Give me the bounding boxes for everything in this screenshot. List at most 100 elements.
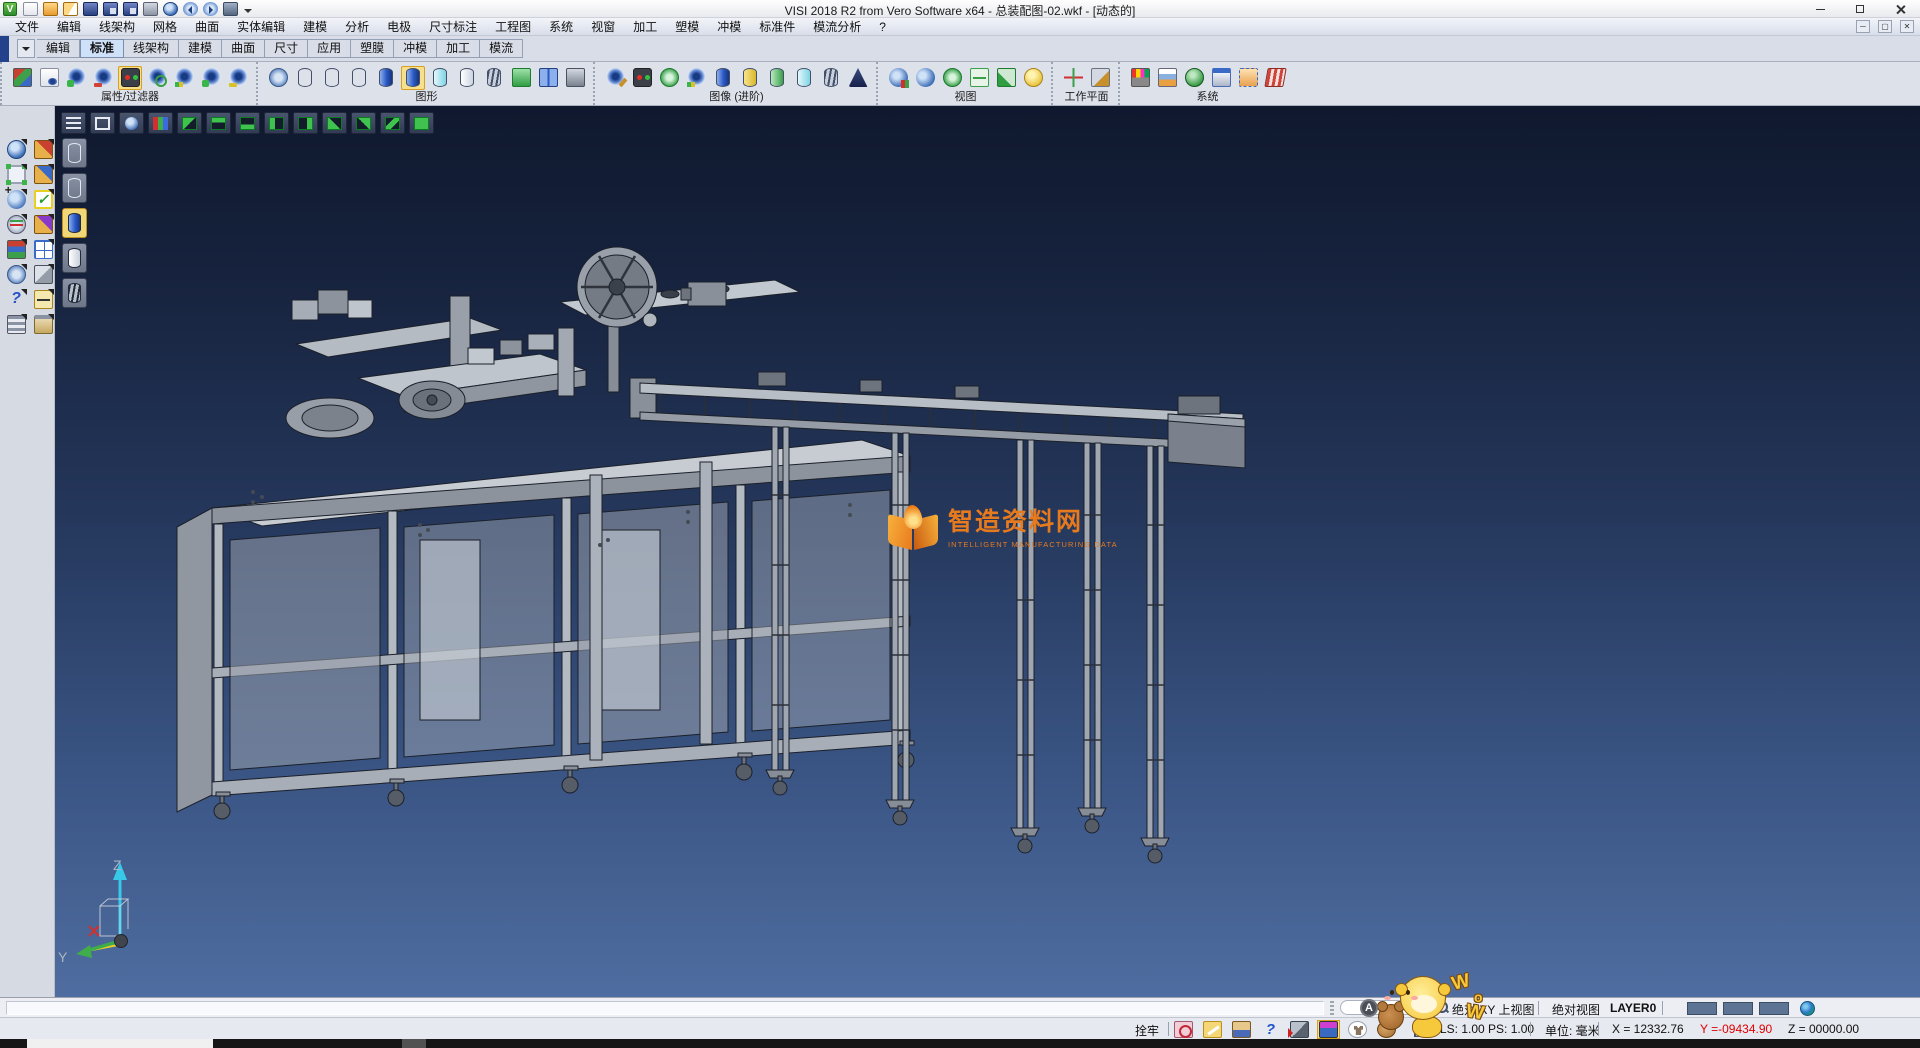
shaded-view-icon[interactable] [409, 112, 434, 134]
shaded-edges-cylinder-icon[interactable] [401, 66, 425, 90]
image-refresh-icon[interactable] [657, 66, 681, 90]
menu-item[interactable]: 编辑 [48, 18, 90, 36]
menu-item[interactable]: 实体编辑 [228, 18, 294, 36]
right-view-icon[interactable] [293, 112, 318, 134]
curve-edit-icon[interactable] [31, 213, 55, 235]
曲面[interactable]: 曲面 [222, 39, 265, 58]
open-recent-icon[interactable] [63, 2, 78, 16]
dashed-hidden-cylinder-icon[interactable] [347, 66, 371, 90]
view-menu-icon[interactable] [61, 112, 86, 134]
multi-window-icon[interactable] [31, 238, 55, 260]
selection-filter-icon[interactable] [118, 66, 142, 90]
textured-image-icon[interactable] [738, 66, 762, 90]
hatch-mode-icon[interactable] [62, 278, 87, 308]
tab-list-caret[interactable] [17, 39, 35, 58]
redo-icon[interactable] [203, 2, 218, 16]
menu-item[interactable]: 网格 [144, 18, 186, 36]
solid-image-icon[interactable] [711, 66, 735, 90]
system-options-icon[interactable] [1182, 66, 1206, 90]
layer-list-icon[interactable] [4, 313, 28, 335]
lock-status[interactable]: 拴牢 [1135, 1022, 1159, 1039]
absolute-view-status[interactable]: 绝对视图 [1552, 1001, 1600, 1018]
save-as-icon[interactable] [103, 2, 118, 16]
建模[interactable]: 建模 [179, 39, 222, 58]
command-prompt-field[interactable] [6, 1001, 1324, 1015]
iso-view-icon[interactable] [177, 112, 202, 134]
shaded-mode-icon[interactable] [62, 208, 87, 238]
尺寸[interactable]: 尺寸 [265, 39, 308, 58]
open-file-icon[interactable] [43, 2, 58, 16]
save-all-icon[interactable] [123, 2, 138, 16]
color-swatch-button-1[interactable] [1687, 1002, 1717, 1015]
layer-paint-icon[interactable] [4, 238, 28, 260]
menu-item[interactable]: 视窗 [582, 18, 624, 36]
solid-cube-icon[interactable] [31, 263, 55, 285]
zoom-window-icon[interactable] [913, 66, 937, 90]
zoom-dynamic-icon[interactable] [4, 138, 28, 160]
shaded-cylinder-icon[interactable] [374, 66, 398, 90]
menu-item[interactable]: 分析 [336, 18, 378, 36]
edit-image-icon[interactable] [603, 66, 627, 90]
wireframe-mode-icon[interactable] [62, 138, 87, 168]
hatch-cylinder-icon[interactable] [482, 66, 506, 90]
magic-select-icon[interactable] [1201, 1020, 1224, 1039]
mdi-close-button[interactable]: ✕ [1900, 20, 1914, 33]
color-swatch-button-2[interactable] [1723, 1002, 1753, 1015]
wireframe-cylinder-icon[interactable] [293, 66, 317, 90]
image-toggle-icon[interactable] [684, 66, 708, 90]
show-all-icon[interactable] [199, 66, 223, 90]
ghost-mode-icon[interactable] [62, 243, 87, 273]
menu-item[interactable]: 标准件 [750, 18, 804, 36]
glass-image-icon[interactable] [792, 66, 816, 90]
image-filter-icon[interactable] [630, 66, 654, 90]
new-file-icon[interactable] [23, 2, 38, 16]
freehand-sketch-icon[interactable] [31, 163, 55, 185]
menu-item[interactable]: 尺寸标注 [420, 18, 486, 36]
menu-item[interactable]: 文件 [6, 18, 48, 36]
redline-cube-icon[interactable] [1288, 1020, 1311, 1039]
hidden-line-mode-icon[interactable] [62, 173, 87, 203]
mdi-restore-button[interactable]: ▢ [1878, 20, 1892, 33]
menu-item[interactable]: 电极 [378, 18, 420, 36]
grid-sheet-icon[interactable] [1263, 66, 1287, 90]
hide-all-icon[interactable] [226, 66, 250, 90]
zoom-previous-icon[interactable] [119, 112, 144, 134]
close-button[interactable] [1880, 0, 1920, 18]
left-view-icon[interactable] [264, 112, 289, 134]
menu-item[interactable]: 系统 [540, 18, 582, 36]
machine-model[interactable]: Z Y [55, 106, 1920, 997]
panel-config-icon[interactable] [1209, 66, 1233, 90]
menu-item[interactable]: 曲面 [186, 18, 228, 36]
back-view-icon[interactable] [351, 112, 376, 134]
globe-icon[interactable] [1800, 1001, 1815, 1016]
maximize-button[interactable] [1840, 0, 1880, 18]
view-rotate-icon[interactable] [994, 66, 1018, 90]
menu-item[interactable]: 塑模 [666, 18, 708, 36]
menu-item[interactable]: 冲模 [708, 18, 750, 36]
menu-item[interactable]: 加工 [624, 18, 666, 36]
undo-icon[interactable] [183, 2, 198, 16]
color-swatch-button-3[interactable] [1759, 1002, 1789, 1015]
customize-caret-icon[interactable] [243, 2, 253, 16]
塑膜[interactable]: 塑膜 [351, 39, 394, 58]
zoom-in-out-icon[interactable] [4, 188, 28, 210]
copy-graphics-icon[interactable] [536, 66, 560, 90]
notes-clipboard-icon[interactable] [31, 313, 55, 335]
zoom-extents-icon[interactable] [886, 66, 910, 90]
refresh-visibility-icon[interactable] [145, 66, 169, 90]
confirm-check-icon[interactable] [31, 188, 55, 210]
加工[interactable]: 加工 [437, 39, 480, 58]
save-icon[interactable] [83, 2, 98, 16]
verified-image-icon[interactable] [765, 66, 789, 90]
front-view-icon[interactable] [322, 112, 347, 134]
menu-item[interactable]: 建模 [294, 18, 336, 36]
graphics-settings-icon[interactable] [563, 66, 587, 90]
render-options-icon[interactable] [509, 66, 533, 90]
box-select-icon[interactable] [1230, 1020, 1253, 1039]
display-settings-icon[interactable] [1155, 66, 1179, 90]
3d-viewport[interactable]: Z Y 智造资料网 INTELLIGENT MANUFACTURING DATA [55, 106, 1920, 997]
transparent-cylinder-icon[interactable] [428, 66, 452, 90]
shadow-image-icon[interactable] [846, 66, 870, 90]
view-face-icon[interactable] [1021, 66, 1045, 90]
locked-refresh-icon[interactable] [1172, 1020, 1195, 1039]
